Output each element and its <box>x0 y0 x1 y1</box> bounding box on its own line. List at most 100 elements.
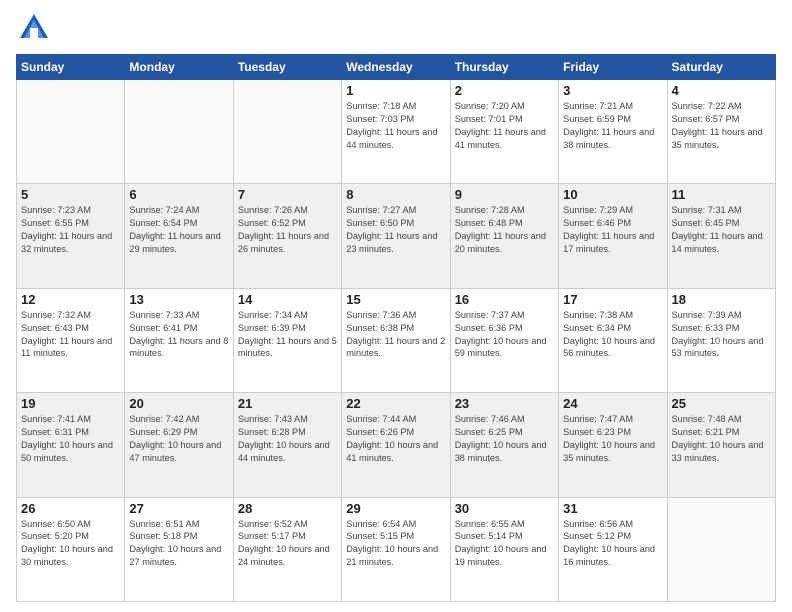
day-info: Sunrise: 6:51 AM Sunset: 5:18 PM Dayligh… <box>129 518 228 570</box>
day-info: Sunrise: 7:36 AM Sunset: 6:38 PM Dayligh… <box>346 309 445 361</box>
calendar-cell <box>233 80 341 184</box>
calendar-week-row: 5 Sunrise: 7:23 AM Sunset: 6:55 PM Daylig… <box>17 184 776 288</box>
day-number: 17 <box>563 292 662 307</box>
day-info: Sunrise: 7:43 AM Sunset: 6:28 PM Dayligh… <box>238 413 337 465</box>
day-number: 5 <box>21 187 120 202</box>
calendar-cell: 22 Sunrise: 7:44 AM Sunset: 6:26 PM Dayli… <box>342 393 450 497</box>
day-info: Sunrise: 6:54 AM Sunset: 5:15 PM Dayligh… <box>346 518 445 570</box>
logo <box>16 10 52 46</box>
calendar-header-sunday: Sunday <box>17 55 125 80</box>
day-info: Sunrise: 7:34 AM Sunset: 6:39 PM Dayligh… <box>238 309 337 361</box>
calendar-cell: 7 Sunrise: 7:26 AM Sunset: 6:52 PM Daylig… <box>233 184 341 288</box>
day-info: Sunrise: 7:18 AM Sunset: 7:03 PM Dayligh… <box>346 100 445 152</box>
calendar-cell: 25 Sunrise: 7:48 AM Sunset: 6:21 PM Dayli… <box>667 393 775 497</box>
calendar-cell: 10Sunrise: 7:29 AM Sunset: 6:46 PM Dayli… <box>559 184 667 288</box>
calendar-cell: 30 Sunrise: 6:55 AM Sunset: 5:14 PM Dayli… <box>450 497 558 601</box>
day-number: 21 <box>238 396 337 411</box>
calendar-cell: 3 Sunrise: 7:21 AM Sunset: 6:59 PM Daylig… <box>559 80 667 184</box>
day-info: Sunrise: 7:47 AM Sunset: 6:23 PM Dayligh… <box>563 413 662 465</box>
calendar-cell: 20 Sunrise: 7:42 AM Sunset: 6:29 PM Dayli… <box>125 393 233 497</box>
day-info: Sunrise: 6:50 AM Sunset: 5:20 PM Dayligh… <box>21 518 120 570</box>
calendar-cell: 2 Sunrise: 7:20 AM Sunset: 7:01 PM Daylig… <box>450 80 558 184</box>
page: SundayMondayTuesdayWednesdayThursdayFrid… <box>0 0 792 612</box>
calendar-cell: 4 Sunrise: 7:22 AM Sunset: 6:57 PM Daylig… <box>667 80 775 184</box>
calendar-cell: 21 Sunrise: 7:43 AM Sunset: 6:28 PM Dayli… <box>233 393 341 497</box>
day-number: 22 <box>346 396 445 411</box>
calendar-header-monday: Monday <box>125 55 233 80</box>
day-number: 23 <box>455 396 554 411</box>
calendar-cell: 13 Sunrise: 7:33 AM Sunset: 6:41 PM Dayli… <box>125 288 233 392</box>
calendar-header-saturday: Saturday <box>667 55 775 80</box>
day-info: Sunrise: 7:26 AM Sunset: 6:52 PM Dayligh… <box>238 204 337 256</box>
day-number: 20 <box>129 396 228 411</box>
day-info: Sunrise: 7:48 AM Sunset: 6:21 PM Dayligh… <box>672 413 771 465</box>
calendar-week-row: 1 Sunrise: 7:18 AM Sunset: 7:03 PM Daylig… <box>17 80 776 184</box>
day-number: 3 <box>563 83 662 98</box>
calendar-cell: 9 Sunrise: 7:28 AM Sunset: 6:48 PM Daylig… <box>450 184 558 288</box>
day-info: Sunrise: 7:38 AM Sunset: 6:34 PM Dayligh… <box>563 309 662 361</box>
day-number: 10 <box>563 187 662 202</box>
calendar-cell: 15 Sunrise: 7:36 AM Sunset: 6:38 PM Dayli… <box>342 288 450 392</box>
day-info: Sunrise: 7:33 AM Sunset: 6:41 PM Dayligh… <box>129 309 228 361</box>
header <box>16 10 776 46</box>
day-number: 25 <box>672 396 771 411</box>
day-number: 15 <box>346 292 445 307</box>
calendar-cell: 23 Sunrise: 7:46 AM Sunset: 6:25 PM Dayli… <box>450 393 558 497</box>
day-number: 12 <box>21 292 120 307</box>
day-info: Sunrise: 7:28 AM Sunset: 6:48 PM Dayligh… <box>455 204 554 256</box>
calendar-week-row: 19 Sunrise: 7:41 AM Sunset: 6:31 PM Dayli… <box>17 393 776 497</box>
day-info: Sunrise: 7:20 AM Sunset: 7:01 PM Dayligh… <box>455 100 554 152</box>
calendar-cell <box>667 497 775 601</box>
calendar-cell: 11Sunrise: 7:31 AM Sunset: 6:45 PM Dayli… <box>667 184 775 288</box>
day-info: Sunrise: 7:39 AM Sunset: 6:33 PM Dayligh… <box>672 309 771 361</box>
day-info: Sunrise: 6:56 AM Sunset: 5:12 PM Dayligh… <box>563 518 662 570</box>
day-number: 6 <box>129 187 228 202</box>
calendar-cell: 27 Sunrise: 6:51 AM Sunset: 5:18 PM Dayli… <box>125 497 233 601</box>
day-number: 13 <box>129 292 228 307</box>
day-info: Sunrise: 7:42 AM Sunset: 6:29 PM Dayligh… <box>129 413 228 465</box>
calendar-cell: 29 Sunrise: 6:54 AM Sunset: 5:15 PM Dayli… <box>342 497 450 601</box>
day-info: Sunrise: 7:31 AM Sunset: 6:45 PM Dayligh… <box>672 204 771 256</box>
day-number: 7 <box>238 187 337 202</box>
day-info: Sunrise: 7:23 AM Sunset: 6:55 PM Dayligh… <box>21 204 120 256</box>
day-number: 4 <box>672 83 771 98</box>
day-number: 1 <box>346 83 445 98</box>
day-info: Sunrise: 7:22 AM Sunset: 6:57 PM Dayligh… <box>672 100 771 152</box>
calendar-cell <box>17 80 125 184</box>
day-number: 18 <box>672 292 771 307</box>
calendar-header-friday: Friday <box>559 55 667 80</box>
calendar-cell: 14Sunrise: 7:34 AM Sunset: 6:39 PM Dayli… <box>233 288 341 392</box>
day-number: 28 <box>238 501 337 516</box>
calendar-cell: 16Sunrise: 7:37 AM Sunset: 6:36 PM Dayli… <box>450 288 558 392</box>
calendar-cell: 31 Sunrise: 6:56 AM Sunset: 5:12 PM Dayli… <box>559 497 667 601</box>
day-number: 24 <box>563 396 662 411</box>
day-number: 2 <box>455 83 554 98</box>
calendar-cell: 26 Sunrise: 6:50 AM Sunset: 5:20 PM Dayli… <box>17 497 125 601</box>
day-number: 29 <box>346 501 445 516</box>
day-info: Sunrise: 6:55 AM Sunset: 5:14 PM Dayligh… <box>455 518 554 570</box>
logo-icon <box>16 10 52 46</box>
day-info: Sunrise: 7:24 AM Sunset: 6:54 PM Dayligh… <box>129 204 228 256</box>
day-number: 30 <box>455 501 554 516</box>
day-number: 31 <box>563 501 662 516</box>
day-number: 26 <box>21 501 120 516</box>
calendar-cell: 1 Sunrise: 7:18 AM Sunset: 7:03 PM Daylig… <box>342 80 450 184</box>
day-number: 27 <box>129 501 228 516</box>
day-info: Sunrise: 7:46 AM Sunset: 6:25 PM Dayligh… <box>455 413 554 465</box>
calendar-header-row: SundayMondayTuesdayWednesdayThursdayFrid… <box>17 55 776 80</box>
day-info: Sunrise: 7:27 AM Sunset: 6:50 PM Dayligh… <box>346 204 445 256</box>
calendar-cell: 8 Sunrise: 7:27 AM Sunset: 6:50 PM Daylig… <box>342 184 450 288</box>
day-number: 9 <box>455 187 554 202</box>
day-info: Sunrise: 7:41 AM Sunset: 6:31 PM Dayligh… <box>21 413 120 465</box>
calendar-cell: 6 Sunrise: 7:24 AM Sunset: 6:54 PM Daylig… <box>125 184 233 288</box>
calendar-cell: 24 Sunrise: 7:47 AM Sunset: 6:23 PM Dayli… <box>559 393 667 497</box>
calendar-cell: 12Sunrise: 7:32 AM Sunset: 6:43 PM Dayli… <box>17 288 125 392</box>
day-number: 8 <box>346 187 445 202</box>
calendar-cell: 5 Sunrise: 7:23 AM Sunset: 6:55 PM Daylig… <box>17 184 125 288</box>
day-info: Sunrise: 7:44 AM Sunset: 6:26 PM Dayligh… <box>346 413 445 465</box>
day-info: Sunrise: 7:21 AM Sunset: 6:59 PM Dayligh… <box>563 100 662 152</box>
day-number: 19 <box>21 396 120 411</box>
day-info: Sunrise: 7:37 AM Sunset: 6:36 PM Dayligh… <box>455 309 554 361</box>
calendar-header-thursday: Thursday <box>450 55 558 80</box>
day-info: Sunrise: 6:52 AM Sunset: 5:17 PM Dayligh… <box>238 518 337 570</box>
